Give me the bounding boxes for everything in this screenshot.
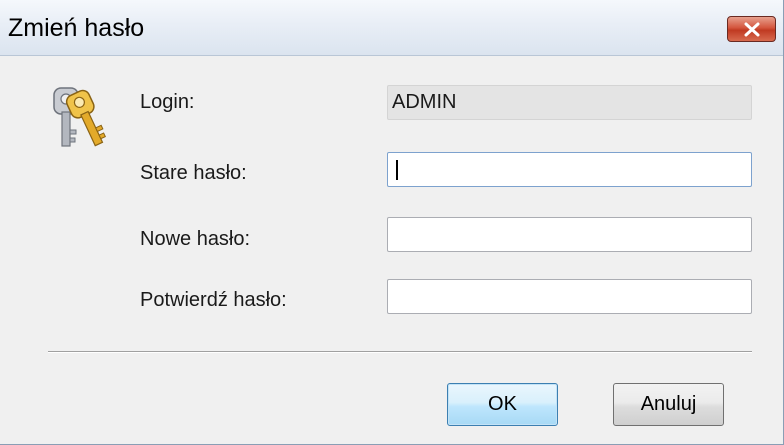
confirm-password-label: Potwierdź hasło: [140,289,287,311]
new-password-input[interactable] [387,217,752,252]
window-title: Zmień hasło [8,14,145,42]
keys-icon [53,87,106,147]
close-button[interactable] [727,16,776,42]
close-icon [744,22,760,37]
title-bar[interactable]: Zmień hasło [0,0,783,56]
new-password-label: Nowe hasło: [140,228,251,250]
login-field: ADMIN [387,85,752,120]
ok-button[interactable]: OK [447,383,558,426]
text-caret [396,160,398,180]
separator [48,351,752,353]
old-password-label: Stare hasło: [140,162,247,184]
old-password-input[interactable] [387,152,752,187]
change-password-dialog: Zmień hasło Login: ADMIN Stare hasło: No… [0,0,784,445]
cancel-button[interactable]: Anuluj [613,383,724,426]
confirm-password-input[interactable] [387,279,752,314]
login-label: Login: [140,91,195,113]
